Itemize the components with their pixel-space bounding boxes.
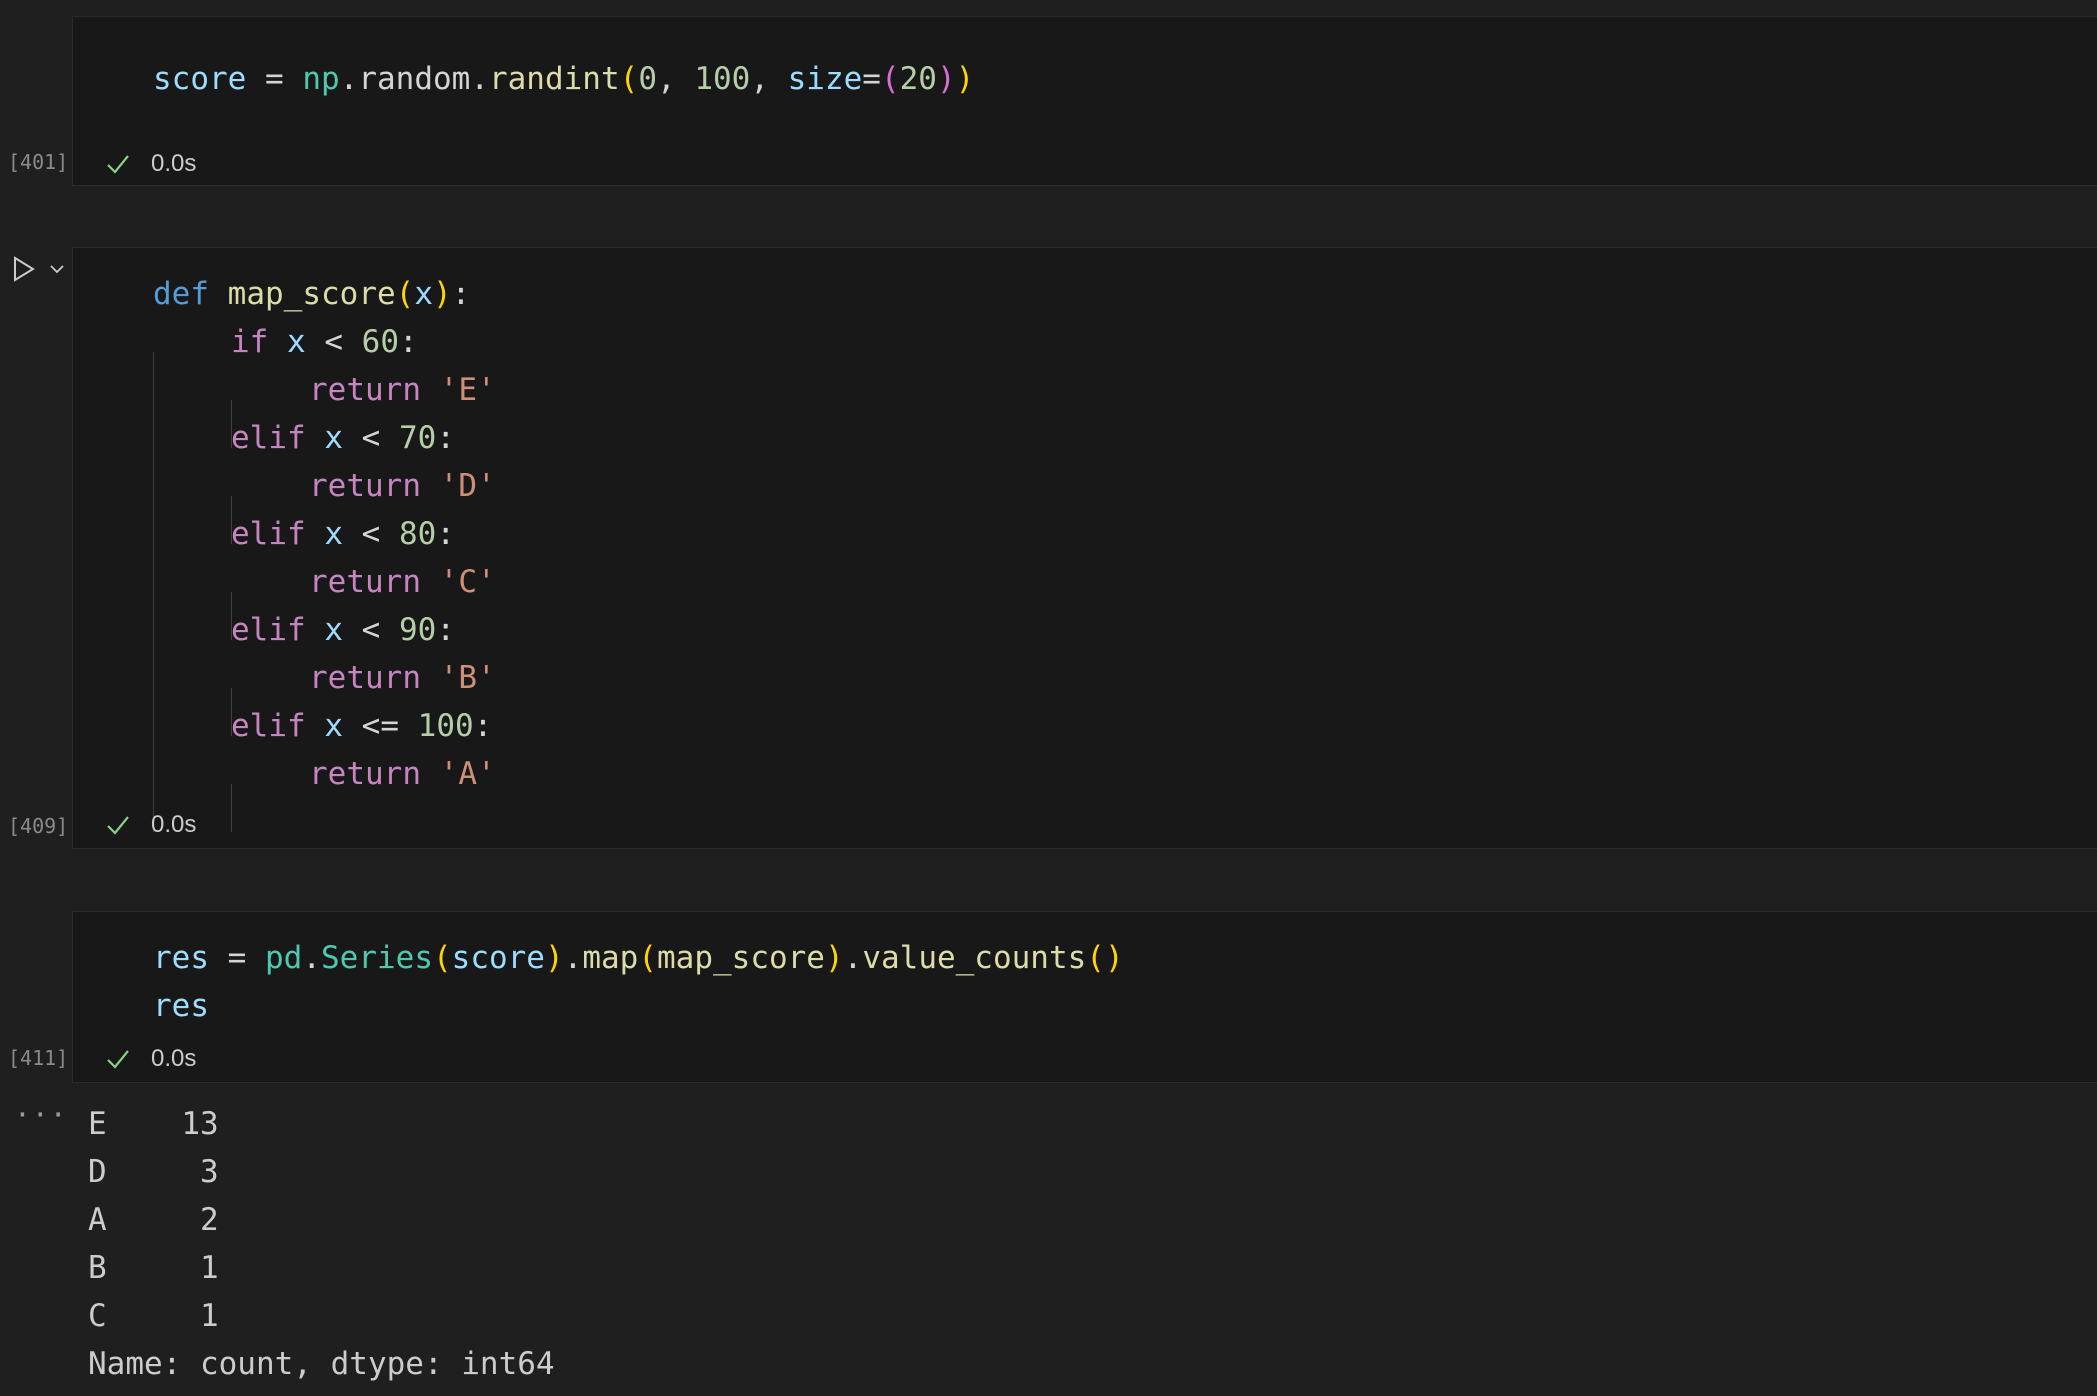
output-row: D 3 <box>88 1154 219 1190</box>
output-row: A 2 <box>88 1202 219 1238</box>
code-line: def map_score(x): <box>153 276 471 312</box>
ellipsis-icon[interactable]: ··· <box>14 1098 68 1131</box>
code-line: elif x < 80: <box>153 510 2097 592</box>
check-icon <box>107 816 129 835</box>
cell-3-output: E 13 D 3 A 2 B 1 C 1 Name: count, dtype:… <box>88 1100 555 1388</box>
code-line: elif x <= 100: <box>153 702 2097 784</box>
execution-count: [409] <box>8 814 69 838</box>
code-line: score = np.random.randint(0, 100, size=(… <box>153 61 975 97</box>
check-icon <box>107 1050 129 1069</box>
code-line: return 'D' <box>153 462 2097 544</box>
execution-count: [401] <box>8 150 69 174</box>
output-footer: Name: count, dtype: int64 <box>88 1346 555 1382</box>
code-line: res = pd.Series(score).map(map_score).va… <box>153 940 1124 976</box>
output-row: C 1 <box>88 1298 219 1334</box>
code-line: elif x < 90: <box>153 606 2097 688</box>
output-row: B 1 <box>88 1250 219 1286</box>
cell-1-editor[interactable]: score = np.random.randint(0, 100, size=(… <box>153 55 2097 103</box>
code-cell-2[interactable]: def map_score(x): if x < 60: return 'E' … <box>72 247 2097 849</box>
output-row: E 13 <box>88 1106 219 1142</box>
code-line: return 'B' <box>153 654 2097 736</box>
code-line: res <box>153 988 209 1024</box>
chevron-down-icon[interactable] <box>48 262 66 276</box>
execution-time: 0.0s <box>151 1045 197 1072</box>
execution-time: 0.0s <box>151 811 197 838</box>
cell-3-status: 0.0s <box>103 1042 196 1076</box>
execution-count: [411] <box>8 1046 69 1070</box>
code-line: if x < 60: <box>153 318 2097 400</box>
cell-2-toolbar <box>10 254 66 284</box>
check-icon <box>107 155 129 174</box>
cell-1-status: 0.0s <box>103 147 196 181</box>
code-line: elif x < 70: <box>153 414 2097 496</box>
cell-2-status: 0.0s <box>103 808 196 842</box>
code-line: return 'A' <box>153 750 2097 832</box>
code-line: return 'C' <box>153 558 2097 640</box>
cell-2-editor[interactable]: def map_score(x): if x < 60: return 'E' … <box>153 270 2097 832</box>
execution-time: 0.0s <box>151 150 197 177</box>
code-cell-3[interactable]: res = pd.Series(score).map(map_score).va… <box>72 911 2097 1083</box>
code-line: return 'E' <box>153 366 2097 448</box>
run-icon[interactable] <box>10 254 38 284</box>
code-cell-1[interactable]: score = np.random.randint(0, 100, size=(… <box>72 16 2097 186</box>
cell-3-editor[interactable]: res = pd.Series(score).map(map_score).va… <box>153 934 2097 1030</box>
